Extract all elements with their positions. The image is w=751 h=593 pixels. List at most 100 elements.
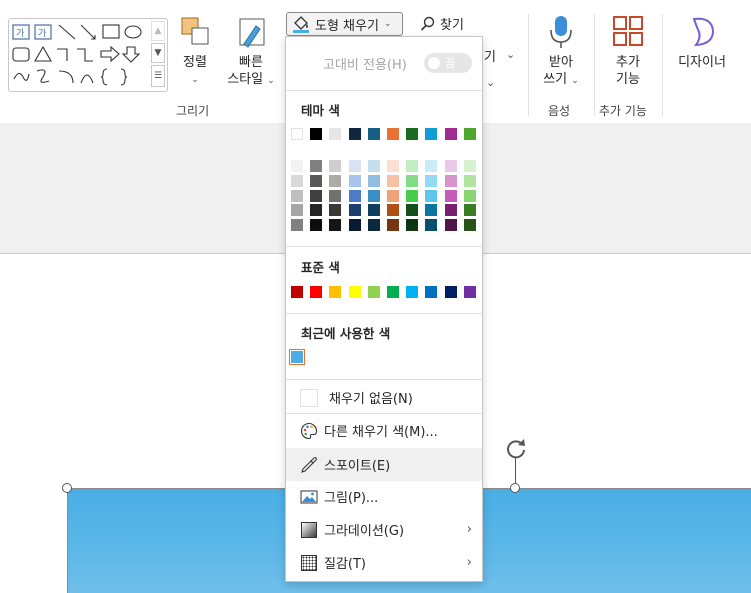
standard-color-swatch[interactable]: [291, 286, 303, 298]
theme-shade-swatch[interactable]: [348, 204, 361, 217]
theme-shade-swatch[interactable]: [406, 174, 419, 187]
shapes-gallery-icons[interactable]: 가 가: [9, 19, 147, 91]
theme-shade-swatch[interactable]: [310, 174, 323, 187]
eyedropper-item[interactable]: 스포이트(E): [286, 448, 482, 481]
theme-color-swatch[interactable]: [291, 128, 303, 140]
theme-color-swatch[interactable]: [348, 128, 361, 140]
theme-shade-swatch[interactable]: [348, 219, 361, 232]
picture-fill-item[interactable]: 그림(P)...: [286, 481, 482, 511]
more-fill-colors-item[interactable]: 다른 채우기 색(M)...: [286, 415, 482, 445]
theme-shade-swatch[interactable]: [387, 204, 399, 217]
arrange-button[interactable]: 정렬 ⌄: [174, 16, 216, 86]
theme-color-swatch[interactable]: [310, 128, 323, 140]
theme-shade-swatch[interactable]: [463, 219, 476, 232]
theme-shade-swatch[interactable]: [367, 174, 380, 187]
theme-shade-swatch[interactable]: [444, 204, 457, 217]
standard-color-swatch[interactable]: [444, 286, 457, 298]
theme-shade-swatch[interactable]: [425, 189, 438, 202]
theme-shade-swatch[interactable]: [406, 204, 419, 217]
resize-handle[interactable]: [510, 483, 520, 493]
theme-shade-swatch[interactable]: [463, 204, 476, 217]
rotate-handle-icon[interactable]: [503, 435, 529, 461]
shape-fill-button[interactable]: 도형 채우기 ⌄: [286, 12, 403, 36]
chevron-down-icon: ⌄: [191, 75, 199, 85]
theme-shade-swatch[interactable]: [387, 160, 399, 172]
shapes-gallery[interactable]: 가 가 ▲ ▼ ☰: [8, 18, 168, 92]
theme-shade-swatch[interactable]: [425, 160, 438, 172]
high-contrast-toggle[interactable]: 끔: [424, 53, 472, 73]
addins-button[interactable]: 추가 기능: [604, 14, 652, 88]
theme-color-swatch[interactable]: [425, 128, 438, 140]
theme-shade-swatch[interactable]: [310, 219, 323, 232]
theme-shade-swatch[interactable]: [329, 174, 342, 187]
high-contrast-label: 고대비 전용(H): [323, 58, 407, 73]
draw-group-label: 그리기: [176, 104, 210, 118]
theme-color-swatch[interactable]: [406, 128, 419, 140]
standard-color-swatch[interactable]: [463, 286, 476, 298]
theme-shade-swatch[interactable]: [425, 219, 438, 232]
theme-shade-swatch[interactable]: [406, 160, 419, 172]
theme-color-swatch[interactable]: [329, 128, 342, 140]
theme-shade-swatch[interactable]: [444, 219, 457, 232]
ribbon-separator: [662, 14, 663, 116]
theme-shade-swatch[interactable]: [425, 204, 438, 217]
standard-color-swatch[interactable]: [387, 286, 399, 298]
theme-shade-swatch[interactable]: [291, 160, 303, 172]
theme-color-swatch[interactable]: [463, 128, 476, 140]
standard-color-swatch[interactable]: [425, 286, 438, 298]
theme-shade-swatch[interactable]: [329, 160, 342, 172]
gallery-scroll-down-button[interactable]: ▼: [151, 43, 165, 63]
standard-color-swatch[interactable]: [367, 286, 380, 298]
theme-shade-swatch[interactable]: [444, 160, 457, 172]
theme-shade-swatch[interactable]: [329, 204, 342, 217]
theme-shade-swatch[interactable]: [329, 219, 342, 232]
theme-shade-swatch[interactable]: [367, 219, 380, 232]
chevron-down-icon: ⌄: [486, 76, 496, 89]
menu-separator: [286, 90, 482, 91]
theme-shade-swatch[interactable]: [387, 219, 399, 232]
theme-shade-swatch[interactable]: [444, 174, 457, 187]
no-fill-item[interactable]: 채우기 없음(N): [286, 382, 482, 412]
theme-shade-swatch[interactable]: [463, 174, 476, 187]
designer-button[interactable]: 디자이너: [672, 14, 732, 71]
theme-shade-swatch[interactable]: [310, 160, 323, 172]
theme-color-swatch[interactable]: [367, 128, 380, 140]
theme-shade-swatch[interactable]: [367, 160, 380, 172]
theme-shade-swatch[interactable]: [444, 189, 457, 202]
gradient-fill-item[interactable]: 그라데이션(G) ›: [286, 514, 482, 544]
theme-shade-swatch[interactable]: [406, 219, 419, 232]
standard-color-swatch[interactable]: [406, 286, 419, 298]
theme-shade-swatch[interactable]: [291, 204, 303, 217]
theme-shade-swatch[interactable]: [463, 189, 476, 202]
gallery-expand-button[interactable]: ☰: [151, 65, 165, 87]
theme-shade-swatch[interactable]: [329, 189, 342, 202]
theme-shade-swatch[interactable]: [367, 204, 380, 217]
theme-shade-swatch[interactable]: [367, 189, 380, 202]
gallery-scroll-up-button[interactable]: ▲: [151, 21, 165, 41]
theme-shade-swatch[interactable]: [425, 174, 438, 187]
theme-shade-swatch[interactable]: [348, 160, 361, 172]
theme-shade-swatch[interactable]: [291, 189, 303, 202]
find-button[interactable]: 찾기: [420, 14, 464, 33]
theme-shade-swatch[interactable]: [310, 189, 323, 202]
theme-color-swatch[interactable]: [444, 128, 457, 140]
theme-shade-swatch[interactable]: [463, 160, 476, 172]
dictate-button[interactable]: 받아 쓰기 ⌄: [538, 14, 584, 90]
chevron-right-icon: ›: [466, 521, 472, 537]
theme-shade-swatch[interactable]: [348, 189, 361, 202]
quick-styles-button[interactable]: 빠른 스타일 ⌄: [222, 16, 280, 90]
standard-color-swatch[interactable]: [310, 286, 323, 298]
theme-shade-swatch[interactable]: [291, 219, 303, 232]
standard-color-swatch[interactable]: [329, 286, 342, 298]
texture-fill-item[interactable]: 질감(T) ›: [286, 547, 482, 577]
theme-shade-swatch[interactable]: [406, 189, 419, 202]
theme-shade-swatch[interactable]: [310, 204, 323, 217]
theme-shade-swatch[interactable]: [291, 174, 303, 187]
theme-shade-swatch[interactable]: [387, 189, 399, 202]
recent-color-swatch[interactable]: [289, 349, 305, 365]
theme-color-swatch[interactable]: [387, 128, 399, 140]
theme-shade-swatch[interactable]: [387, 174, 399, 187]
standard-color-swatch[interactable]: [348, 286, 361, 298]
resize-handle[interactable]: [62, 483, 72, 493]
theme-shade-swatch[interactable]: [348, 174, 361, 187]
